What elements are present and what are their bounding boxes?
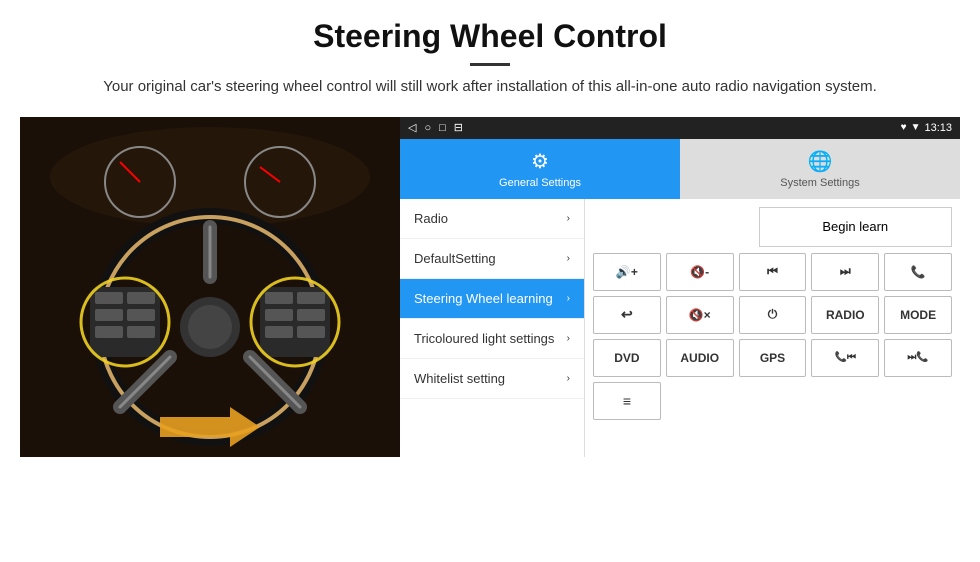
audio-label: AUDIO — [680, 351, 719, 365]
back-icon[interactable]: ◁ — [408, 121, 416, 134]
menu-item-steering-wheel[interactable]: Steering Wheel learning › — [400, 279, 584, 319]
content-area: ◁ ○ □ ⊟ ♥ ▼ 13:13 ⚙ General Settings 🌐 S… — [20, 117, 960, 457]
chevron-icon-4: › — [567, 333, 570, 344]
recents-icon[interactable]: □ — [439, 122, 446, 134]
menu-item-tricoloured-label: Tricoloured light settings — [414, 331, 554, 346]
phone-answer-button[interactable]: 📞 — [884, 253, 952, 291]
audio-button[interactable]: AUDIO — [666, 339, 734, 377]
gps-label: GPS — [760, 351, 785, 365]
mute-button[interactable]: 🔇× — [666, 296, 734, 334]
power-icon: ⏻ — [768, 307, 778, 322]
hang-up-icon: ↩ — [621, 306, 633, 323]
prev-track-button[interactable]: ⏮ — [739, 253, 807, 291]
system-settings-label: System Settings — [780, 177, 859, 189]
begin-learn-row: Begin learn — [593, 207, 952, 247]
volume-down-icon: 🔇- — [690, 265, 709, 279]
menu-item-radio-label: Radio — [414, 211, 448, 226]
menu-icon[interactable]: ⊟ — [454, 121, 463, 134]
general-settings-tab[interactable]: ⚙ General Settings — [400, 139, 680, 199]
settings-content: Radio › DefaultSetting › Steering Wheel … — [400, 199, 960, 457]
list-icon: ≡ — [623, 393, 631, 409]
page-subtitle: Your original car's steering wheel contr… — [60, 76, 920, 99]
home-icon[interactable]: ○ — [424, 122, 431, 134]
car-image — [20, 117, 400, 457]
volume-up-button[interactable]: 🔊+ — [593, 253, 661, 291]
status-bar-right: ♥ ▼ 13:13 — [901, 122, 952, 134]
location-icon: ♥ — [901, 122, 907, 133]
tel-prev-button[interactable]: 📞⏮ — [811, 339, 879, 377]
page-header: Steering Wheel Control Your original car… — [0, 0, 980, 109]
tel-next-button[interactable]: ⏭📞 — [884, 339, 952, 377]
button-grid: 🔊+ 🔇- ⏮ ⏭ 📞 ↩ — [593, 253, 952, 420]
general-settings-label: General Settings — [499, 177, 581, 189]
chevron-icon: › — [567, 213, 570, 224]
menu-item-default-label: DefaultSetting — [414, 251, 496, 266]
hang-up-button[interactable]: ↩ — [593, 296, 661, 334]
system-settings-tab[interactable]: 🌐 System Settings — [680, 139, 960, 199]
car-background — [20, 117, 400, 457]
menu-item-tricoloured[interactable]: Tricoloured light settings › — [400, 319, 584, 359]
radio-button[interactable]: RADIO — [811, 296, 879, 334]
page-title: Steering Wheel Control — [60, 18, 920, 55]
steering-wheel-svg — [20, 117, 400, 457]
globe-icon: 🌐 — [808, 149, 833, 174]
chevron-icon-3: › — [567, 293, 570, 304]
radio-label: RADIO — [826, 308, 865, 322]
power-button[interactable]: ⏻ — [739, 296, 807, 334]
mode-label: MODE — [900, 308, 936, 322]
blank-space — [593, 207, 753, 247]
gear-icon: ⚙ — [531, 149, 549, 174]
phone-icon: 📞 — [911, 265, 926, 279]
dvd-button[interactable]: DVD — [593, 339, 661, 377]
tel-next-icon: ⏭📞 — [907, 352, 928, 363]
next-track-icon: ⏭ — [840, 264, 851, 279]
signal-icon: ▼ — [911, 122, 921, 133]
android-panel: ◁ ○ □ ⊟ ♥ ▼ 13:13 ⚙ General Settings 🌐 S… — [400, 117, 960, 457]
chevron-icon-5: › — [567, 373, 570, 384]
title-divider — [470, 63, 510, 66]
menu-list: Radio › DefaultSetting › Steering Wheel … — [400, 199, 585, 457]
begin-learn-button[interactable]: Begin learn — [759, 207, 953, 247]
prev-track-icon: ⏮ — [767, 264, 778, 279]
status-bar: ◁ ○ □ ⊟ ♥ ▼ 13:13 — [400, 117, 960, 139]
mode-button[interactable]: MODE — [884, 296, 952, 334]
volume-down-button[interactable]: 🔇- — [666, 253, 734, 291]
dvd-label: DVD — [614, 351, 639, 365]
list-button[interactable]: ≡ — [593, 382, 661, 420]
clock: 13:13 — [924, 122, 952, 134]
tel-prev-icon: 📞⏮ — [835, 352, 856, 363]
menu-item-radio[interactable]: Radio › — [400, 199, 584, 239]
mute-icon: 🔇× — [689, 308, 711, 322]
controls-panel: Begin learn 🔊+ 🔇- ⏮ ⏭ — [585, 199, 960, 457]
menu-item-steering-label: Steering Wheel learning — [414, 291, 553, 306]
chevron-icon-2: › — [567, 253, 570, 264]
volume-up-icon: 🔊+ — [616, 265, 638, 279]
gps-button[interactable]: GPS — [739, 339, 807, 377]
menu-item-default-setting[interactable]: DefaultSetting › — [400, 239, 584, 279]
menu-item-whitelist-label: Whitelist setting — [414, 371, 505, 386]
next-track-button[interactable]: ⏭ — [811, 253, 879, 291]
app-bar: ⚙ General Settings 🌐 System Settings — [400, 139, 960, 199]
status-bar-left: ◁ ○ □ ⊟ — [408, 121, 463, 134]
menu-item-whitelist[interactable]: Whitelist setting › — [400, 359, 584, 399]
